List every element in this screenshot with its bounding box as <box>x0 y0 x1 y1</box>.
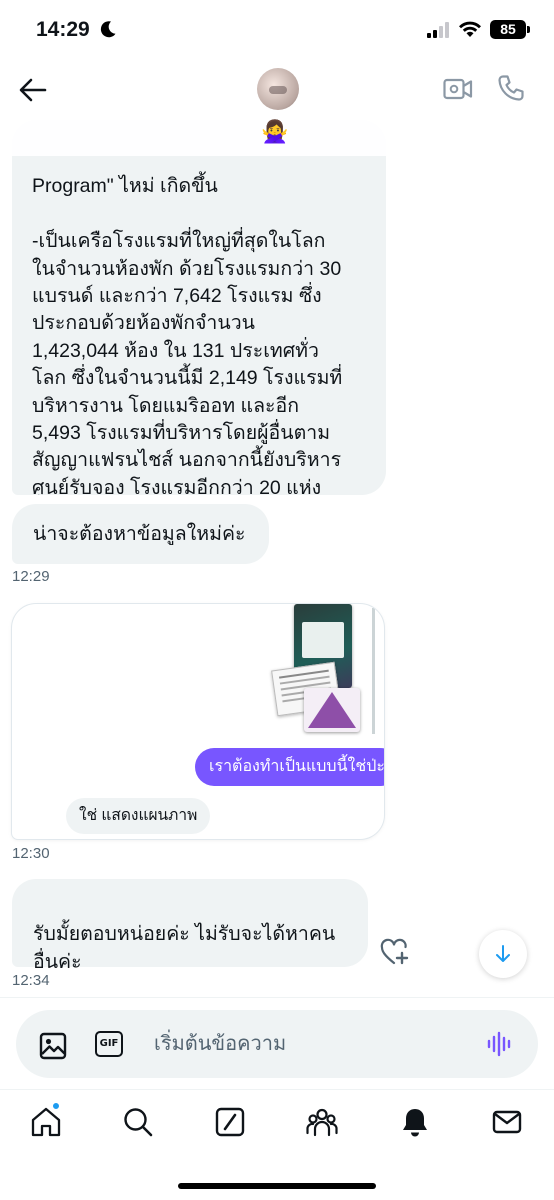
image-icon[interactable] <box>39 1032 67 1060</box>
arrow-down-icon <box>496 945 510 962</box>
voice-icon[interactable] <box>486 1030 514 1058</box>
image-message-card[interactable]: เราต้องทำเป็นแบบนี้ใช่ป่ะ ใช่ แสดงแผนภาพ <box>12 604 384 839</box>
phone-icon[interactable] <box>497 74 525 102</box>
heart-plus-icon[interactable] <box>380 938 410 966</box>
home-icon[interactable] <box>30 1106 62 1138</box>
home-indicator <box>178 1183 376 1189</box>
composer-area: GIF <box>0 997 554 1089</box>
thumbnail-scroll-strip <box>372 608 375 734</box>
message-bubble[interactable]: Program" ไหม่ เกิดขึ้น -เป็นเครือโรงแรมท… <box>12 120 386 495</box>
contact-name[interactable]: 🙅‍♀️ <box>261 120 288 146</box>
message-bubble[interactable]: น่าจะต้องหาข้อมูลใหม่ค่ะ <box>12 504 270 564</box>
grok-icon[interactable] <box>214 1106 246 1138</box>
message-timestamp: 12:34 <box>12 972 50 989</box>
gif-icon[interactable]: GIF <box>95 1031 123 1057</box>
search-icon[interactable] <box>122 1106 154 1138</box>
message-composer[interactable]: GIF <box>16 1010 538 1078</box>
diagram-thumbnails[interactable] <box>271 604 384 736</box>
video-call-icon[interactable] <box>443 76 473 102</box>
message-timestamp: 12:29 <box>12 568 50 585</box>
show-diagram-button[interactable]: ใช่ แสดงแผนภาพ <box>66 798 211 834</box>
message-timestamp: 12:30 <box>12 845 50 862</box>
scroll-to-bottom-button[interactable] <box>479 930 527 978</box>
message-text: Program" ไหม่ เกิดขึ้น -เป็นเครือโรงแรมท… <box>32 175 343 495</box>
reply-pill[interactable]: เราต้องทำเป็นแบบนี้ใช่ป่ะ <box>195 748 384 786</box>
message-bubble[interactable]: รับมั้ยตอบหน่อยค่ะ ไม่รับจะได้หาคน อื่นค… <box>12 879 368 973</box>
bottom-navigation <box>0 1089 554 1200</box>
messages-icon[interactable] <box>491 1106 523 1138</box>
contact-avatar[interactable] <box>257 68 299 110</box>
message-text: รับมั้ยตอบหน่อยค่ะ ไม่รับจะได้หาคน อื่นค… <box>33 923 336 973</box>
message-text: น่าจะต้องหาข้อมูลใหม่ค่ะ <box>33 523 246 545</box>
communities-icon[interactable] <box>306 1106 338 1138</box>
conversation-header: 🙅‍♀️ <box>0 60 554 156</box>
back-arrow-icon[interactable] <box>18 76 48 104</box>
notifications-icon[interactable] <box>399 1106 431 1138</box>
thumbnail-image <box>304 688 360 732</box>
message-input[interactable] <box>154 1024 474 1064</box>
home-notification-dot <box>52 1102 60 1110</box>
